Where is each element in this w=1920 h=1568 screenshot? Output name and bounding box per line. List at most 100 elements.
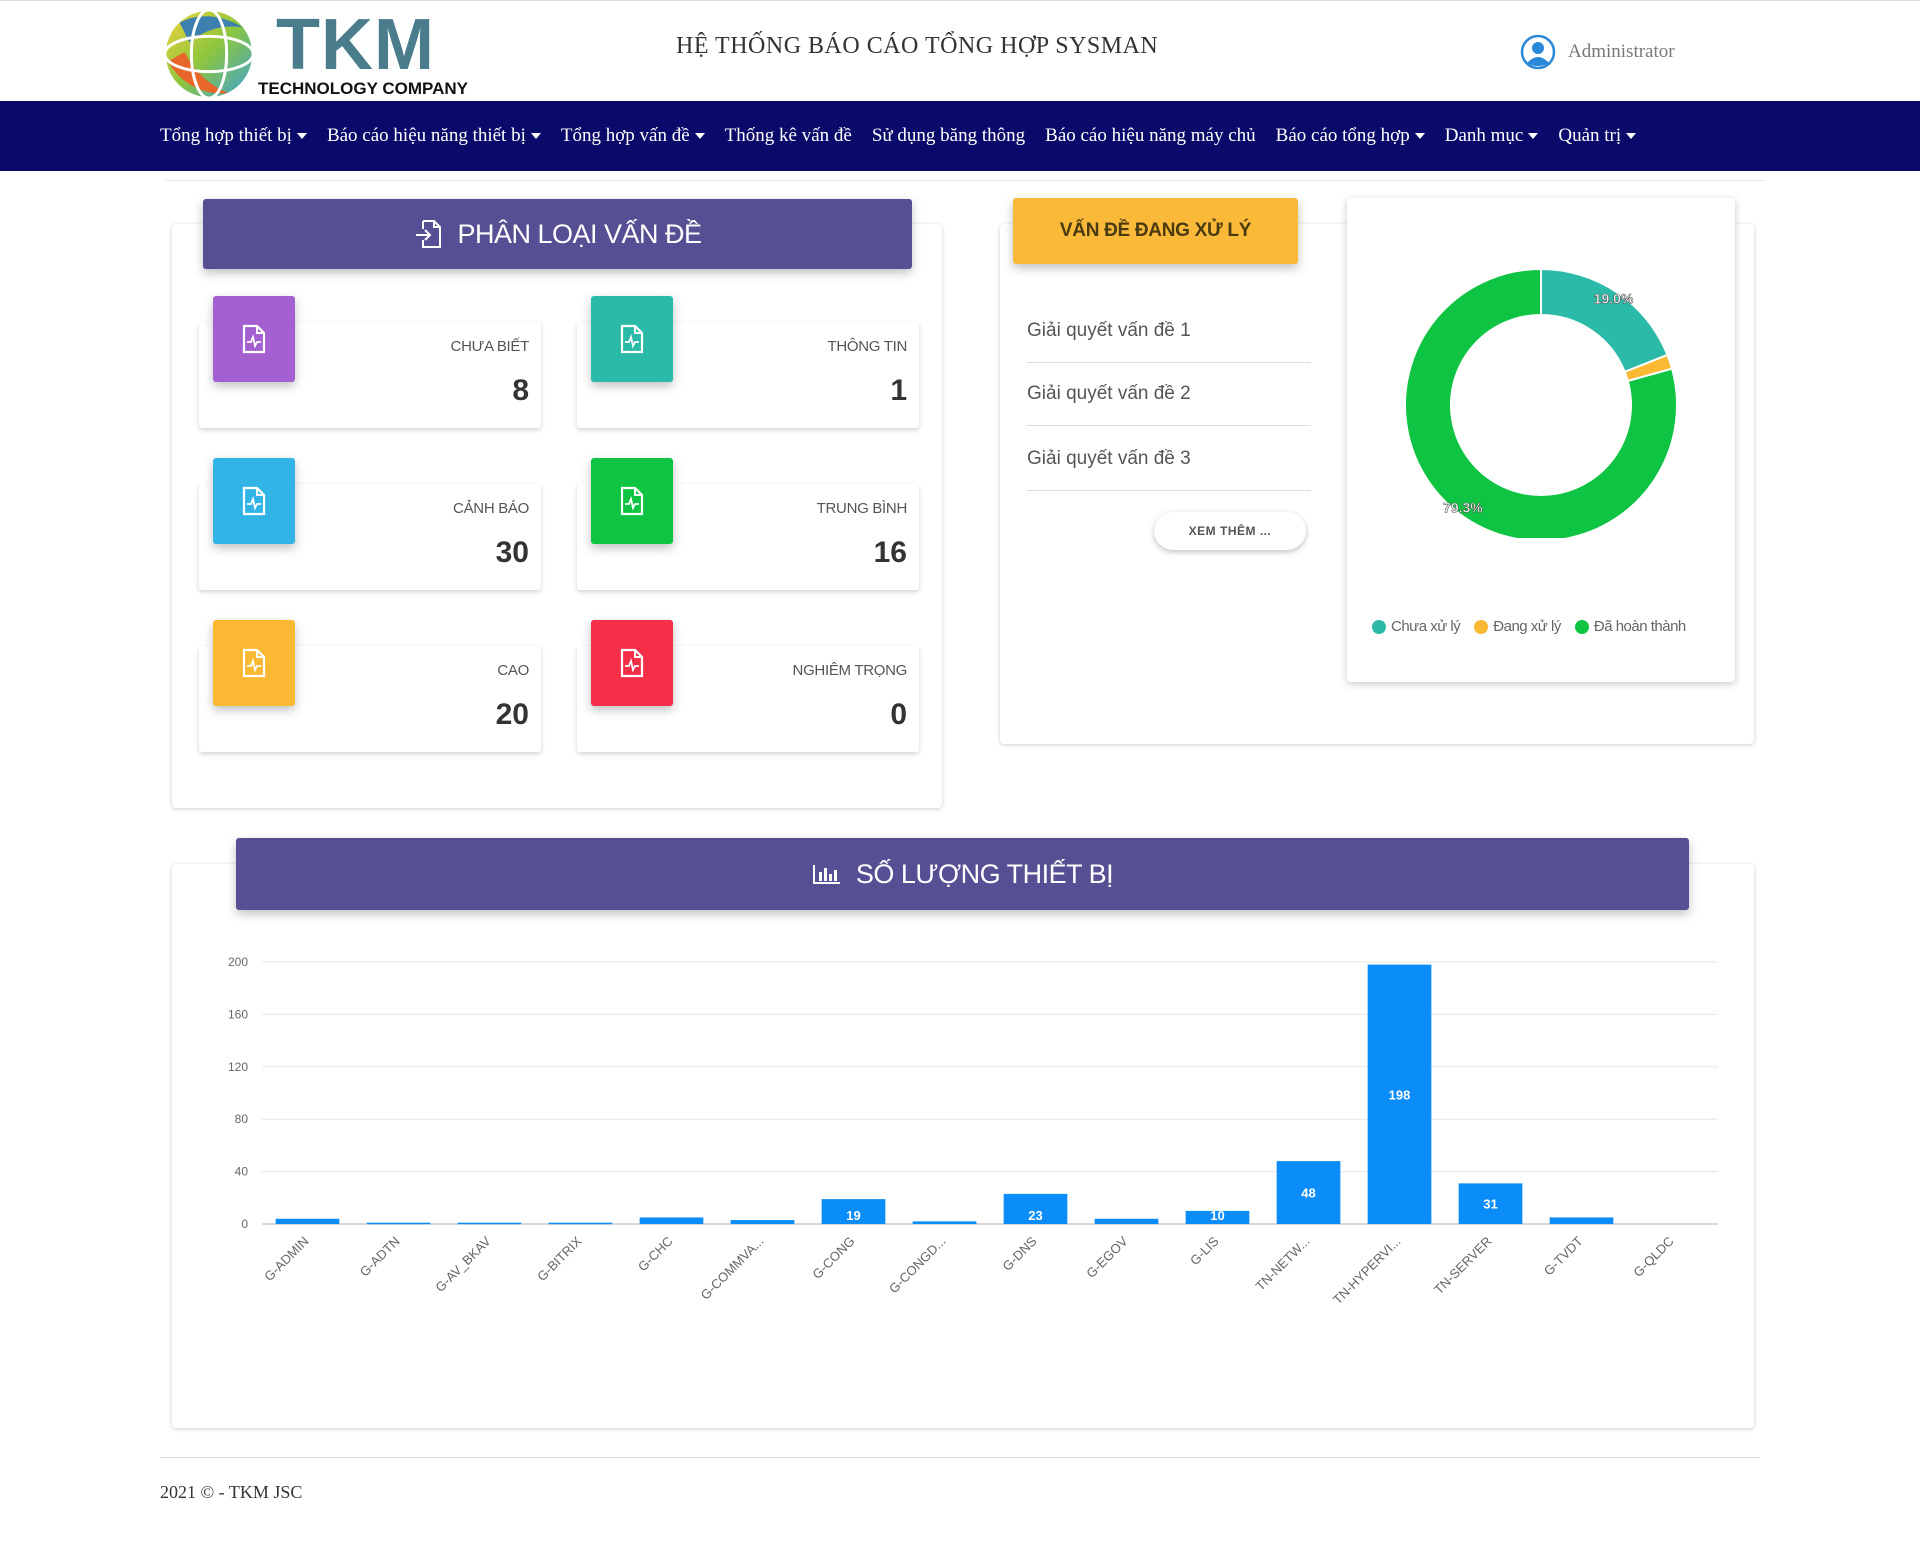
legend-item[interactable]: Đang xử lý [1474,618,1561,635]
stat-medium[interactable]: TRUNG BÌNH 16 [577,458,919,590]
issue-list-item[interactable]: Giải quyết vấn đề 1 [1027,300,1311,363]
stat-label: THÔNG TIN [827,338,907,355]
nav-label: Danh mục [1444,125,1524,146]
nav-device-performance[interactable]: Báo cáo hiệu năng thiết bị [327,125,541,147]
legend-item[interactable]: Chưa xử lý [1372,618,1461,635]
x-tick-label: G-CONGD... [886,1234,949,1297]
donut-chart: 19.0% 79.3% [1404,267,1678,542]
y-tick-label: 160 [228,1007,248,1021]
legend-item[interactable]: Đã hoàn thành [1574,618,1686,635]
donut-slice-label: 19.0% [1594,290,1634,306]
bar[interactable] [275,1218,340,1224]
stat-label: CHƯA BIẾT [450,338,530,355]
issue-list-item[interactable]: Giải quyết vấn đề 3 [1027,428,1311,491]
x-tick-label: G-AV_BKAV [432,1233,494,1295]
stat-info[interactable]: THÔNG TIN 1 [577,296,919,428]
x-tick-label: G-EGOV [1083,1233,1131,1281]
bar[interactable] [1549,1217,1614,1224]
bar-value-label: 10 [1210,1208,1224,1223]
y-tick-label: 200 [228,955,248,969]
nav-bandwidth-usage[interactable]: Sử dụng băng thông [872,125,1025,147]
file-pulse-icon [213,296,295,382]
legend-label: Chưa xử lý [1391,618,1461,635]
stat-value: 16 [873,536,907,569]
bar[interactable] [912,1221,977,1224]
system-title: HỆ THỐNG BÁO CÁO TỔNG HỢP SYSMAN [676,33,1159,59]
nav-catalog[interactable]: Danh mục [1445,125,1539,147]
caret-down-icon [694,133,705,139]
nav-label: Quản trị [1558,125,1622,146]
caret-down-icon [1414,133,1425,139]
divider [165,180,1765,181]
file-pulse-icon [213,620,295,706]
stat-value: 0 [890,698,907,731]
bar[interactable] [639,1217,704,1224]
issues-in-progress-tab[interactable]: VẤN ĐỀ ĐANG XỬ LÝ [1013,198,1298,264]
bar[interactable] [548,1222,613,1225]
user-menu[interactable]: Administrator [1520,33,1675,71]
bar-value-label: 48 [1301,1186,1315,1201]
donut-slice-label: 79.3% [1443,500,1483,516]
bar[interactable] [730,1220,795,1224]
device-bar-chart: 0 40 80 120 160 200 G-ADMIN G-ADTN G-AV_BKAV G-BI… [228,955,1718,1308]
legend-dot [1574,619,1589,634]
nav-device-summary[interactable]: Tổng hợp thiết bị [160,125,307,147]
classification-title: PHÂN LOẠI VẤN ĐỀ [457,218,702,249]
file-pulse-icon [591,620,673,706]
legend-label: Đang xử lý [1493,618,1561,635]
user-name: Administrator [1568,41,1675,62]
y-tick-label: 80 [235,1112,249,1126]
see-more-button[interactable]: XEM THÊM ... [1154,512,1306,550]
main-navbar: Tổng hợp thiết bị Báo cáo hiệu năng thiế… [0,101,1920,171]
stat-critical[interactable]: NGHIÊM TRỌNG 0 [577,620,919,752]
x-tick-label: G-CONG [809,1234,857,1282]
caret-down-icon [296,133,307,139]
bar[interactable] [366,1222,431,1225]
nav-label: Tổng hợp vấn đề [560,125,690,146]
x-tick-label: TN-SERVER [1431,1234,1495,1298]
company-logo[interactable]: TKM TECHNOLOGY COMPANY [158,3,478,101]
stat-unknown[interactable]: CHƯA BIẾT 8 [199,296,541,428]
nav-issue-summary[interactable]: Tổng hợp vấn đề [561,125,705,147]
caret-down-icon [530,133,541,139]
x-tick-label: G-BITRIX [534,1233,585,1284]
bar[interactable] [457,1222,522,1225]
stat-label: CAO [497,662,529,679]
stat-high[interactable]: CAO 20 [199,620,541,752]
logo-subtitle: TECHNOLOGY COMPANY [258,79,468,98]
devices-card: 0 40 80 120 160 200 G-ADMIN G-ADTN G-AV_BKAV G-BI… [172,864,1754,1428]
stat-warning[interactable]: CẢNH BÁO 30 [199,458,541,590]
nav-label: Báo cáo tổng hợp [1275,125,1410,146]
nav-admin[interactable]: Quản trị [1558,125,1637,147]
legend-dot [1474,619,1489,634]
stat-label: TRUNG BÌNH [816,500,908,517]
y-tick-label: 0 [241,1217,248,1231]
stat-label: NGHIÊM TRỌNG [792,662,908,679]
x-tick-label: G-TVDT [1541,1233,1586,1278]
bar-value-label: 198 [1389,1087,1411,1102]
classification-banner: PHÂN LOẠI VẤN ĐỀ [203,199,912,269]
nav-server-performance[interactable]: Báo cáo hiệu năng máy chủ [1045,125,1256,147]
stat-value: 1 [890,374,907,407]
x-tick-label: G-CHC [635,1234,676,1275]
x-tick-label: G-QLDC [1630,1234,1676,1280]
x-tick-label: TN-NETW... [1252,1234,1312,1294]
nav-issue-statistics[interactable]: Thống kê vấn đề [725,125,852,147]
caret-down-icon [1528,133,1539,139]
issue-list-item[interactable]: Giải quyết vấn đề 2 [1027,363,1311,426]
bar-value-label: 31 [1483,1197,1497,1212]
x-tick-label: G-LIS [1187,1233,1222,1268]
x-tick-label: G-ADTN [357,1234,403,1280]
devices-banner: SỐ LƯỢNG THIẾT BỊ [236,838,1689,910]
nav-summary-report[interactable]: Báo cáo tổng hợp [1276,125,1425,147]
file-import-icon [416,220,442,248]
nav-label: Sử dụng băng thông [871,125,1026,146]
bar-value-label: 19 [846,1208,860,1223]
stat-label: CẢNH BÁO [453,500,529,517]
devices-title: SỐ LƯỢNG THIẾT BỊ [855,858,1114,889]
bar[interactable] [1094,1218,1159,1224]
nav-label: Tổng hợp thiết bị [160,125,292,146]
x-tick-label: TN-HYPERVI... [1330,1234,1404,1308]
donut-slice[interactable] [1540,267,1669,374]
x-tick-label: G-ADMIN [261,1234,311,1284]
